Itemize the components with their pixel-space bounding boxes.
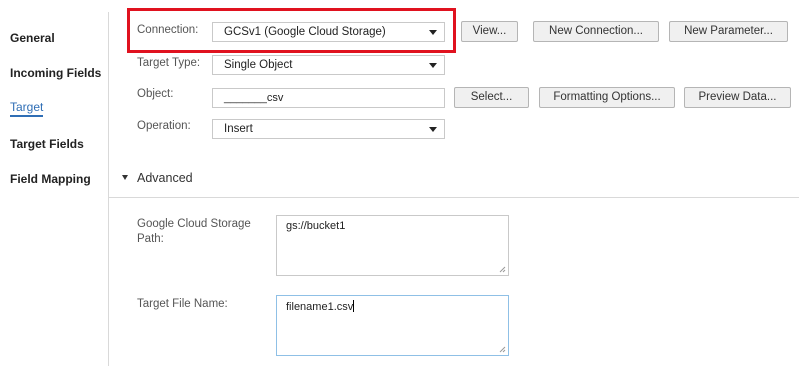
view-button[interactable]: View... — [461, 21, 518, 42]
preview-data-button[interactable]: Preview Data... — [684, 87, 791, 108]
gcs-path-value: gs://bucket1 — [286, 220, 346, 232]
target-file-name-textarea[interactable]: filename1.csv — [276, 295, 509, 356]
select-button[interactable]: Select... — [454, 87, 529, 108]
sidebar-item-target-fields[interactable]: Target Fields — [10, 137, 84, 151]
sidebar-item-field-mapping[interactable]: Field Mapping — [10, 172, 91, 186]
new-connection-button[interactable]: New Connection... — [533, 21, 659, 42]
target-file-name-value: filename1.csv — [286, 301, 354, 313]
section-divider — [109, 197, 799, 198]
gcs-path-label: Google Cloud Storage Path: — [137, 218, 251, 245]
connection-highlight-box — [127, 8, 456, 53]
operation-label: Operation: — [137, 120, 191, 132]
sidebar: General Incoming Fields Target Target Fi… — [0, 0, 108, 366]
object-field[interactable]: _______csv — [212, 88, 445, 108]
operation-select[interactable]: Insert — [212, 119, 445, 139]
resize-grip-icon[interactable] — [499, 346, 506, 353]
formatting-options-button[interactable]: Formatting Options... — [539, 87, 675, 108]
gcs-path-textarea[interactable]: gs://bucket1 — [276, 215, 509, 276]
target-type-select[interactable]: Single Object — [212, 55, 445, 75]
sidebar-item-general[interactable]: General — [10, 31, 55, 45]
chevron-down-icon — [429, 63, 437, 68]
new-parameter-button[interactable]: New Parameter... — [669, 21, 788, 42]
target-type-label: Target Type: — [137, 57, 201, 69]
sidebar-item-incoming-fields[interactable]: Incoming Fields — [10, 66, 101, 80]
advanced-section-toggle[interactable]: Advanced — [122, 171, 193, 185]
object-label: Object: — [137, 88, 174, 100]
target-type-value: Single Object — [224, 59, 293, 71]
sidebar-divider — [108, 12, 109, 366]
operation-value: Insert — [224, 123, 253, 135]
text-cursor — [353, 300, 355, 312]
advanced-title: Advanced — [137, 171, 193, 185]
triangle-down-icon — [122, 175, 128, 180]
chevron-down-icon — [429, 127, 437, 132]
resize-grip-icon[interactable] — [499, 266, 506, 273]
target-file-name-label: Target File Name: — [137, 298, 228, 310]
sidebar-item-target[interactable]: Target — [10, 100, 44, 117]
